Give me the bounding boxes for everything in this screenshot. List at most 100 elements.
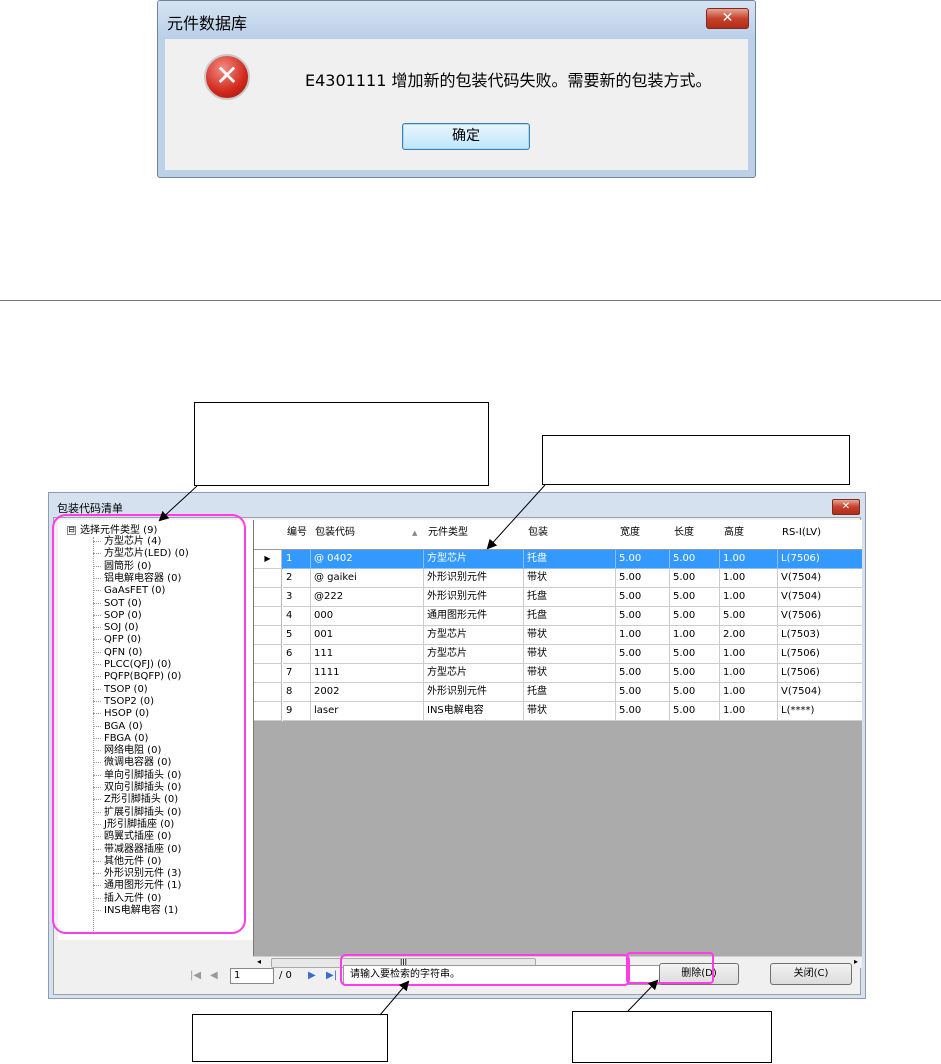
- table-cell: 7: [283, 664, 311, 683]
- callout-box-buttons: [572, 1011, 772, 1063]
- table-cell: 1.00: [720, 683, 778, 702]
- table-cell: 托盘: [524, 607, 616, 626]
- stage: 元件数据库 ✕ ✕ E4301111 增加新的包装代码失败。需要新的包装方式。 …: [0, 0, 941, 1064]
- sort-ascending-icon: ▲: [412, 529, 418, 537]
- row-header[interactable]: [254, 645, 282, 664]
- row-header[interactable]: [254, 626, 282, 645]
- table-cell: 5.00: [670, 645, 720, 664]
- table-row[interactable]: 6 111 方型芯片 带状 5.00 5.00 1.00 L(7506): [254, 645, 862, 664]
- row-header[interactable]: ▶: [254, 550, 282, 569]
- package-grid: 编号 包装代码 元件类型 包装 宽度 长度 高度 RS-I(LV) ▲ ▶ 1 @ 0402 方型芯片…: [253, 520, 862, 956]
- table-row[interactable]: 8 2002 外形识别元件 托盘 5.00 5.00 1.00 V(7504): [254, 683, 862, 702]
- table-cell: 3: [283, 588, 311, 607]
- table-cell: 111: [311, 645, 424, 664]
- scroll-right-icon[interactable]: ▸: [854, 957, 858, 966]
- table-cell: 方型芯片: [424, 550, 524, 569]
- table-cell: 1.00: [720, 550, 778, 569]
- column-header[interactable]: 编号: [287, 520, 307, 550]
- table-cell: 5.00: [670, 683, 720, 702]
- table-row[interactable]: 9 laser INS电解电容 带状 5.00 5.00 1.00 L(****): [254, 702, 862, 721]
- callout-box-grid: [542, 435, 850, 485]
- prev-page-icon[interactable]: ◀: [210, 970, 218, 981]
- table-row[interactable]: 4 000 通用图形元件 托盘 5.00 5.00 5.00 V(7506): [254, 607, 862, 626]
- table-cell: 5.00: [616, 588, 670, 607]
- table-cell: 5.00: [670, 607, 720, 626]
- row-header[interactable]: [254, 607, 282, 626]
- table-cell: L(7503): [778, 626, 862, 645]
- table-cell: 带状: [524, 702, 616, 721]
- row-header[interactable]: [254, 664, 282, 683]
- first-page-icon[interactable]: |◀: [190, 970, 201, 981]
- table-row[interactable]: ▶ 1 @ 0402 方型芯片 托盘 5.00 5.00 1.00 L(7506): [254, 550, 862, 569]
- callout-box-tree: [194, 402, 489, 486]
- table-cell: 5.00: [616, 645, 670, 664]
- table-cell: 1.00: [720, 645, 778, 664]
- table-cell: 5.00: [670, 702, 720, 721]
- grid-header: 编号 包装代码 元件类型 包装 宽度 长度 高度 RS-I(LV) ▲: [254, 520, 862, 550]
- scroll-left-icon[interactable]: ◂: [257, 957, 261, 966]
- column-header[interactable]: 宽度: [620, 520, 640, 550]
- column-header[interactable]: 包装代码: [315, 520, 355, 550]
- table-cell: L(7506): [778, 664, 862, 683]
- table-cell: 方型芯片: [424, 664, 524, 683]
- table-cell: 5.00: [616, 664, 670, 683]
- close-button[interactable]: 关闭(C): [770, 963, 852, 985]
- table-row[interactable]: 5 001 方型芯片 带状 1.00 1.00 2.00 L(7503): [254, 626, 862, 645]
- row-header[interactable]: [254, 683, 282, 702]
- column-header[interactable]: 元件类型: [428, 520, 468, 550]
- table-cell: 1.00: [616, 626, 670, 645]
- table-cell: 5.00: [616, 607, 670, 626]
- highlight-delete: [626, 952, 714, 984]
- table-cell: 1.00: [720, 569, 778, 588]
- dialog-titlebar: 元件数据库 ✕: [158, 1, 755, 39]
- table-cell: 托盘: [524, 550, 616, 569]
- row-header[interactable]: [254, 569, 282, 588]
- table-cell: 1.00: [720, 664, 778, 683]
- dialog-close-button[interactable]: ✕: [706, 8, 749, 29]
- table-cell: 带状: [524, 626, 616, 645]
- table-cell: V(7504): [778, 569, 862, 588]
- table-cell: 8: [283, 683, 311, 702]
- table-cell: 方型芯片: [424, 645, 524, 664]
- column-header[interactable]: 长度: [674, 520, 694, 550]
- table-cell: @ 0402: [311, 550, 424, 569]
- table-cell: 5.00: [720, 607, 778, 626]
- table-cell: V(7504): [778, 588, 862, 607]
- table-cell: 6: [283, 645, 311, 664]
- table-cell: 4: [283, 607, 311, 626]
- table-row[interactable]: 2 @ gaikei 外形识别元件 带状 5.00 5.00 1.00 V(7504): [254, 569, 862, 588]
- dialog-title: 元件数据库: [167, 14, 248, 33]
- table-cell: 托盘: [524, 683, 616, 702]
- table-cell: 5.00: [670, 550, 720, 569]
- table-row[interactable]: 7 1111 方型芯片 带状 5.00 5.00 1.00 L(7506): [254, 664, 862, 683]
- table-cell: L(7506): [778, 645, 862, 664]
- column-header[interactable]: RS-I(LV): [782, 520, 821, 550]
- ok-button[interactable]: 确定: [402, 123, 530, 150]
- table-cell: 5.00: [616, 569, 670, 588]
- error-message: E4301111 增加新的包装代码失败。需要新的包装方式。: [305, 71, 712, 90]
- table-cell: 5.00: [616, 702, 670, 721]
- page-input[interactable]: 1: [230, 968, 274, 984]
- table-cell: 托盘: [524, 588, 616, 607]
- window-close-button[interactable]: ✕: [832, 499, 860, 515]
- table-cell: 5.00: [670, 588, 720, 607]
- table-cell: 5.00: [670, 664, 720, 683]
- table-cell: 5: [283, 626, 311, 645]
- table-cell: 带状: [524, 664, 616, 683]
- divider: [0, 300, 941, 301]
- table-row[interactable]: 3 @222 外形识别元件 托盘 5.00 5.00 1.00 V(7504): [254, 588, 862, 607]
- next-page-icon[interactable]: ▶: [308, 970, 316, 981]
- row-header[interactable]: [254, 588, 282, 607]
- table-cell: V(7504): [778, 683, 862, 702]
- column-header[interactable]: 高度: [724, 520, 744, 550]
- table-cell: 2.00: [720, 626, 778, 645]
- table-cell: 外形识别元件: [424, 569, 524, 588]
- table-cell: V(7506): [778, 607, 862, 626]
- error-icon: ✕: [204, 54, 250, 100]
- last-page-icon[interactable]: ▶|: [326, 970, 337, 981]
- column-header[interactable]: 包装: [528, 520, 548, 550]
- table-cell: 外形识别元件: [424, 588, 524, 607]
- row-header[interactable]: [254, 702, 282, 721]
- table-cell: 2: [283, 569, 311, 588]
- table-cell: 带状: [524, 645, 616, 664]
